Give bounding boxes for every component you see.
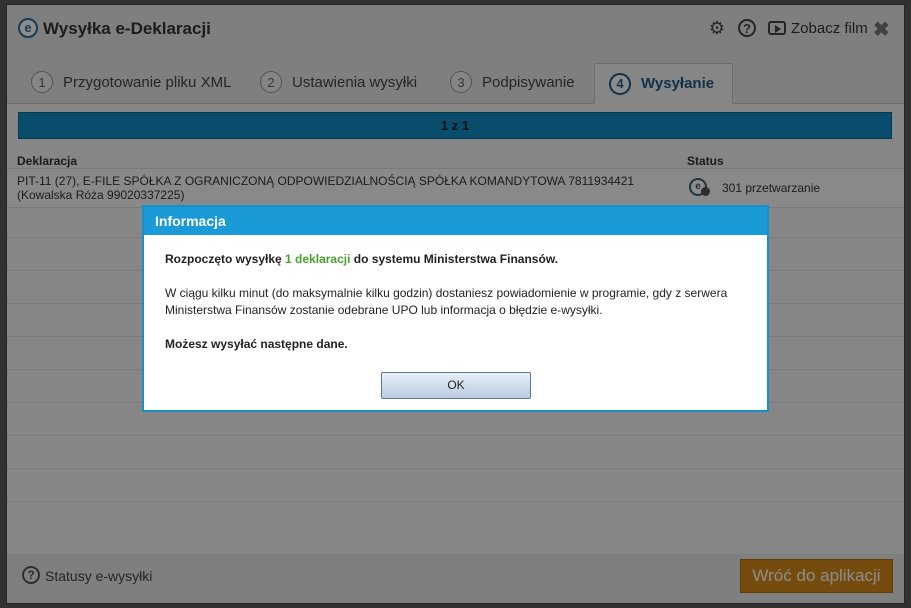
dialog-title: Informacja <box>144 207 767 235</box>
declaration-count-highlight: 1 deklaracji <box>285 252 351 266</box>
dialog-paragraph-1: Rozpoczęto wysyłkę 1 deklaracji do syste… <box>165 251 755 268</box>
dialog-body: Rozpoczęto wysyłkę 1 deklaracji do syste… <box>165 251 755 370</box>
dialog-paragraph-3: Możesz wysyłać następne dane. <box>165 337 348 351</box>
text-fragment: do systemu Ministerstwa Finansów. <box>350 252 559 266</box>
text-fragment: Rozpoczęto wysyłkę <box>165 252 286 266</box>
dialog-paragraph-2: W ciągu kilku minut (do maksymalnie kilk… <box>165 285 755 319</box>
information-dialog: Informacja Rozpoczęto wysyłkę 1 deklarac… <box>142 205 769 412</box>
ok-button[interactable]: OK <box>381 372 531 399</box>
text-line: Ministerstwa Finansów zostanie odebrane … <box>165 303 603 317</box>
text-line: W ciągu kilku minut (do maksymalnie kilk… <box>165 286 728 300</box>
